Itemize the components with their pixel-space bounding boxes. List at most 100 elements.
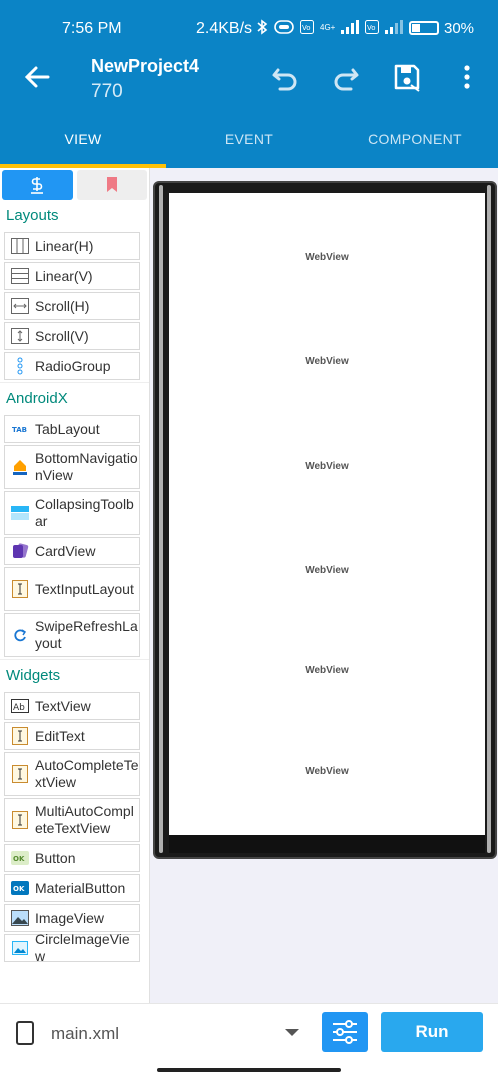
palette-item-radiogroup[interactable]: RadioGroup [4,352,140,380]
multiautocomplete-icon [9,810,31,830]
phone-screen[interactable]: WebView WebView WebView WebView WebView … [169,193,485,835]
palette-item-linear-h[interactable]: Linear(H) [4,232,140,260]
webview-widget[interactable]: WebView [169,356,485,367]
tab-component[interactable]: COMPONENT [332,112,498,168]
linear-v-icon [9,266,31,286]
status-time: 7:56 PM [62,20,122,37]
palette-item-label: Linear(H) [35,237,94,254]
palette-item-swiperefreshlayout[interactable]: SwipeRefreshLayout [4,613,140,657]
palette-item-label: TextInputLayout [35,580,134,597]
palette-item-label: SwipeRefreshLayout [35,618,138,651]
svg-text:Vo: Vo [302,24,311,32]
hotspot-icon [274,20,294,34]
palette-item-label: ImageView [35,909,105,926]
battery-percent: 30% [444,20,475,37]
palette-item-textview[interactable]: Ab TextView [4,692,140,720]
palette-item-button[interactable]: OK Button [4,844,140,872]
palette-item-circleimageview[interactable]: CircleImageView [4,931,140,964]
chevron-down-icon[interactable] [285,1029,299,1036]
tab-view[interactable]: VIEW [0,112,166,168]
svg-text:Vo: Vo [367,24,376,32]
svg-text:OK: OK [13,855,25,863]
text-input-icon [9,579,31,599]
palette-item-imageview[interactable]: ImageView [4,904,140,932]
divider [0,382,149,383]
palette-item-label: CardView [35,542,96,559]
bluetooth-icon [257,19,268,35]
webview-widget[interactable]: WebView [169,665,485,676]
home-nav-icon [9,457,31,477]
file-name[interactable]: main.xml [51,1024,119,1044]
card-icon [9,541,31,561]
undo-icon[interactable] [270,62,300,92]
palette-tab-widgets[interactable] [2,170,73,200]
project-title: NewProject4 [91,56,200,76]
svg-text:TAB: TAB [12,426,27,434]
scroll-h-icon [9,296,31,316]
toolbar-icon [9,503,31,523]
section-layouts: Layouts [6,207,59,224]
more-vert-icon[interactable] [452,62,482,92]
phone-edge-left [159,185,163,853]
palette-item-label: Linear(V) [35,267,93,284]
save-icon[interactable] [392,62,422,92]
webview-widget[interactable]: WebView [169,766,485,777]
palette-item-label: Button [35,849,76,866]
scroll-v-icon [9,326,31,346]
palette-item-autocompletetextview[interactable]: AutoCompleteTextView [4,752,140,796]
webview-widget[interactable]: WebView [169,461,485,472]
palette-item-bottomnavigationview[interactable]: BottomNavigationView [4,445,140,489]
palette-item-label: MultiAutoCompleteTextView [35,803,134,836]
button-icon: OK [9,848,31,868]
palette-item-linear-v[interactable]: Linear(V) [4,262,140,290]
palette-item-label: BottomNavigationView [35,450,138,483]
file-icon [16,1021,34,1045]
palette-item-label: Scroll(H) [35,297,90,314]
radiogroup-icon [9,356,31,376]
webview-widget[interactable]: WebView [169,565,485,576]
refresh-icon [9,625,31,645]
signal-icon [341,20,360,34]
palette-item-materialbutton[interactable]: OK MaterialButton [4,874,140,902]
image-icon [9,908,31,928]
phone-frame: WebView WebView WebView WebView WebView … [153,181,497,859]
section-androidx: AndroidX [6,390,68,407]
palette-tabs [0,168,149,202]
palette-item-scroll-h[interactable]: Scroll(H) [4,292,140,320]
back-arrow-icon[interactable] [22,62,52,92]
palette-item-tablayout[interactable]: TAB TabLayout [4,415,140,443]
status-network-speed: 2.4KB/s [196,20,253,37]
settings-button[interactable] [322,1012,368,1052]
edittext-icon [9,726,31,746]
redo-icon[interactable] [331,62,361,92]
palette-item-textinputlayout[interactable]: TextInputLayout [4,567,140,611]
palette-item-edittext[interactable]: EditText [4,722,140,750]
palette-item-label: AutoCompleteTextView [35,757,139,790]
palette-item-scroll-v[interactable]: Scroll(V) [4,322,140,350]
palette-item-multiautocompletetextview[interactable]: MultiAutoCompleteTextView [4,798,140,842]
section-widgets: Widgets [6,667,61,684]
circle-image-icon [9,938,31,958]
editor-tabs: VIEW EVENT COMPONENT [0,112,498,168]
volte-icon-2: Vo [365,20,380,34]
battery-icon [409,21,439,35]
divider [0,659,149,660]
status-bar: 7:56 PM 2.4KB/s Vo 4G+ Vo 30% [0,0,498,46]
svg-text:OK: OK [13,885,25,893]
svg-text:Ab: Ab [13,703,25,713]
tab-event[interactable]: EVENT [166,112,332,168]
palette-item-label: CollapsingToolbar [35,496,134,529]
network-type-label: 4G+ [320,22,336,32]
palette-item-cardview[interactable]: CardView [4,537,140,565]
run-button[interactable]: Run [381,1012,483,1052]
palette-tab-bookmarks[interactable] [76,170,147,200]
linear-h-icon [9,236,31,256]
status-icons: Vo 4G+ Vo [256,18,404,36]
home-indicator[interactable] [157,1068,341,1072]
dollar-doc-icon [31,177,44,194]
palette-item-label: CircleImageView [35,931,130,964]
webview-widget[interactable]: WebView [169,252,485,263]
palette-item-collapsingtoolbar[interactable]: CollapsingToolbar [4,491,140,535]
design-canvas[interactable]: WebView WebView WebView WebView WebView … [150,168,498,1003]
palette-item-label: RadioGroup [35,357,111,374]
